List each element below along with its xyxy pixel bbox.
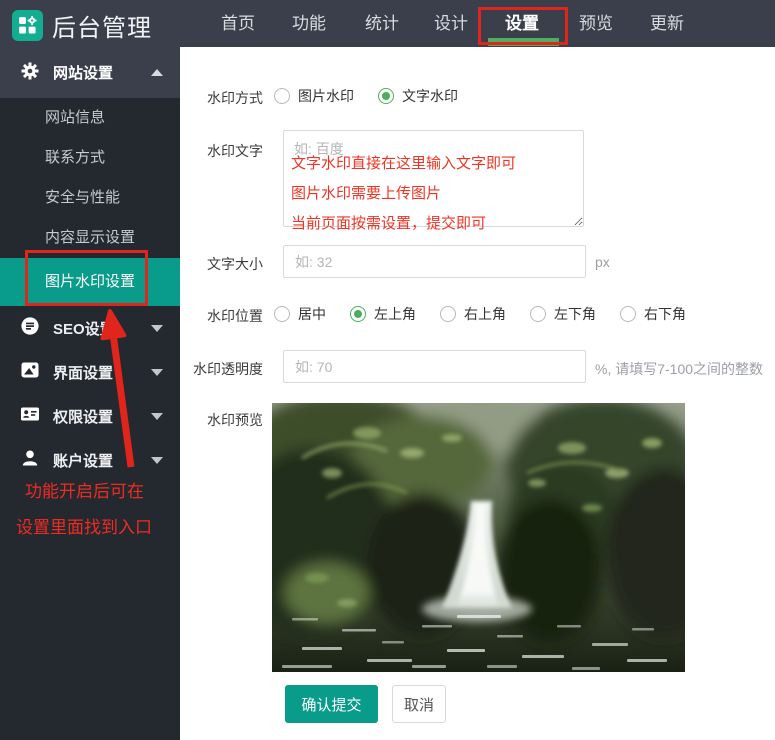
annotation-note-line2: 设置里面找到入口	[16, 513, 152, 538]
chevron-down-icon	[151, 325, 163, 332]
logo-grid-gear-icon	[12, 10, 43, 41]
admin-app: 后台管理 首页 功能 统计 设计 设置 预览 更新	[0, 0, 775, 740]
radio-circle-checked[interactable]	[378, 88, 394, 104]
annotation-note-line1: 功能开启后可在	[25, 477, 144, 502]
sidebar-item-website-info[interactable]: 网站信息	[0, 98, 180, 138]
sidebar-section-interface[interactable]: 界面设置	[0, 350, 180, 394]
sidebar-item-contact[interactable]: 联系方式	[0, 138, 180, 178]
text-size-unit: px	[595, 254, 610, 270]
radio-text-watermark[interactable]: 文字水印	[378, 86, 458, 106]
sidebar-section-label: 权限设置	[53, 406, 113, 427]
radio-circle-checked[interactable]	[350, 306, 366, 322]
sidebar-item-security-performance[interactable]: 安全与性能	[0, 178, 180, 218]
radio-label: 右下角	[644, 304, 686, 324]
opacity-hint: %, 请填写7-100之间的整数	[595, 359, 763, 379]
radio-position-top-left[interactable]: 左上角	[350, 304, 416, 324]
radio-circle[interactable]	[440, 306, 456, 322]
opacity-input[interactable]	[283, 350, 586, 383]
picture-icon	[20, 360, 40, 384]
logo[interactable]: 后台管理	[12, 8, 152, 43]
radio-label: 图片水印	[298, 86, 354, 106]
cancel-button[interactable]: 取消	[392, 685, 446, 723]
nav-design[interactable]: 设计	[434, 0, 468, 47]
radio-label: 文字水印	[402, 86, 458, 106]
watermark-text-label: 水印文字	[180, 141, 263, 161]
radio-circle[interactable]	[530, 306, 546, 322]
nav-preview[interactable]: 预览	[579, 0, 613, 47]
gear-icon	[20, 61, 40, 85]
preview-label: 水印预览	[180, 410, 263, 430]
sidebar-section-label: 界面设置	[53, 362, 113, 383]
sidebar-section-label: 网站设置	[53, 62, 113, 83]
opacity-label: 水印透明度	[180, 359, 263, 379]
radio-label: 居中	[298, 304, 326, 324]
chevron-down-icon	[151, 457, 163, 464]
position-label: 水印位置	[180, 306, 263, 326]
radio-position-bottom-right[interactable]: 右下角	[620, 304, 686, 324]
submit-button[interactable]: 确认提交	[285, 685, 378, 723]
watermark-type-label: 水印方式	[180, 88, 263, 108]
annotation-box-settings-nav	[478, 7, 568, 45]
user-icon	[20, 448, 40, 472]
radio-position-bottom-left[interactable]: 左下角	[530, 304, 596, 324]
radio-position-center[interactable]: 居中	[274, 304, 326, 324]
text-size-input[interactable]	[283, 245, 586, 278]
sidebar-section-website-settings[interactable]: 网站设置	[0, 47, 180, 98]
radio-position-top-right[interactable]: 右上角	[440, 304, 506, 324]
topbar: 后台管理 首页 功能 统计 设计 设置 预览 更新	[0, 0, 775, 47]
nav-features[interactable]: 功能	[292, 0, 326, 47]
radio-label: 左上角	[374, 304, 416, 324]
sidebar-section-seo[interactable]: SEO设置	[0, 306, 180, 350]
id-card-icon	[20, 404, 40, 428]
list-circle-icon	[20, 316, 40, 340]
chevron-up-icon	[151, 69, 163, 76]
sidebar-item-image-watermark[interactable]: 图片水印设置	[0, 258, 180, 306]
radio-circle[interactable]	[620, 306, 636, 322]
sidebar-section-permissions[interactable]: 权限设置	[0, 394, 180, 438]
nav-home[interactable]: 首页	[221, 0, 255, 47]
nav-statistics[interactable]: 统计	[365, 0, 399, 47]
radio-circle[interactable]	[274, 88, 290, 104]
text-size-label: 文字大小	[180, 254, 263, 274]
watermark-settings-form: 水印方式 图片水印 文字水印 水印文字 文字水印直接在这里输入文字即可 图片水印…	[180, 47, 775, 740]
chevron-down-icon	[151, 413, 163, 420]
watermark-preview-image	[272, 403, 685, 672]
sidebar-section-label: SEO设置	[53, 318, 115, 339]
sidebar: 网站设置 网站信息 联系方式 安全与性能 内容显示设置 图片水印设置 SEO设置	[0, 47, 180, 740]
app-title: 后台管理	[52, 8, 152, 43]
sidebar-section-account[interactable]: 账户设置	[0, 438, 180, 482]
radio-label: 左下角	[554, 304, 596, 324]
radio-image-watermark[interactable]: 图片水印	[274, 86, 354, 106]
watermark-text-input[interactable]	[283, 130, 584, 227]
nav-update[interactable]: 更新	[650, 0, 684, 47]
radio-circle[interactable]	[274, 306, 290, 322]
sidebar-item-content-display[interactable]: 内容显示设置	[0, 218, 180, 258]
chevron-down-icon	[151, 369, 163, 376]
sidebar-section-label: 账户设置	[53, 450, 113, 471]
radio-label: 右上角	[464, 304, 506, 324]
